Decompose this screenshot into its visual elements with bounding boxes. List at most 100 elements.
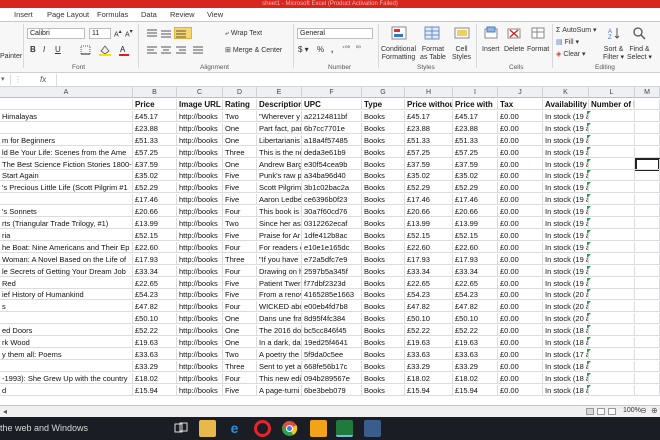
table-cell[interactable] (635, 194, 660, 205)
table-cell[interactable]: £0.00 (498, 301, 543, 312)
table-cell[interactable]: Books (362, 242, 405, 253)
table-cell[interactable]: £51.33 (405, 135, 453, 146)
table-cell[interactable]: bc5cc846f45 (302, 325, 362, 336)
table-cell[interactable]: Since her ass (257, 218, 302, 229)
table-cell[interactable]: £54.23 (405, 289, 453, 300)
table-cell[interactable]: Four (223, 242, 257, 253)
table-cell[interactable] (635, 337, 660, 348)
edge-browser-icon[interactable]: e (226, 420, 243, 437)
table-cell[interactable]: £23.88 (405, 123, 453, 134)
table-cell[interactable] (635, 170, 660, 181)
table-cell[interactable] (589, 301, 635, 312)
table-cell[interactable] (589, 349, 635, 360)
font-color-icon[interactable]: A (118, 44, 130, 56)
header-cell[interactable]: Price without (405, 99, 453, 110)
table-cell[interactable]: £51.33 (133, 135, 177, 146)
table-cell[interactable]: Five (223, 230, 257, 241)
table-cell[interactable] (589, 337, 635, 348)
comma-button[interactable]: , (331, 45, 333, 54)
spreadsheet-grid[interactable]: A B C D E F G H I J K L M Price Image URL Rating Descrip… (0, 87, 660, 405)
table-cell[interactable]: £37.59 (133, 159, 177, 170)
table-cell[interactable] (635, 123, 660, 134)
column-header-h[interactable]: H (405, 87, 453, 98)
cell[interactable] (635, 99, 660, 110)
table-cell[interactable]: Books (362, 194, 405, 205)
table-cell[interactable]: £51.33 (453, 135, 498, 146)
table-cell[interactable]: http://books (177, 349, 223, 360)
scroll-left-icon[interactable]: ◂ (3, 407, 7, 416)
column-header-a[interactable]: A (0, 87, 133, 98)
table-cell[interactable]: Books (362, 218, 405, 229)
table-cell[interactable]: £17.46 (405, 194, 453, 205)
table-cell[interactable]: £33.63 (405, 349, 453, 360)
table-cell[interactable]: Four (223, 301, 257, 312)
table-cell[interactable]: The Best Science Fiction Stories 1800-1 (0, 159, 133, 170)
table-cell[interactable]: http://books (177, 170, 223, 181)
table-cell[interactable]: In stock (19 a (543, 123, 589, 134)
table-cell[interactable]: Books (362, 182, 405, 193)
table-cell[interactable]: Books (362, 289, 405, 300)
tab-insert[interactable]: Insert (14, 10, 33, 19)
file-explorer-icon[interactable] (199, 420, 216, 437)
table-cell[interactable] (635, 385, 660, 396)
table-cell[interactable] (589, 313, 635, 324)
table-cell[interactable]: £17.93 (405, 254, 453, 265)
table-cell[interactable]: £18.02 (405, 373, 453, 384)
table-cell[interactable]: £0.00 (498, 111, 543, 122)
table-cell[interactable]: £57.25 (405, 147, 453, 158)
table-cell[interactable]: £18.02 (133, 373, 177, 384)
table-cell[interactable] (589, 242, 635, 253)
table-cell[interactable]: m for Beginners (0, 135, 133, 146)
table-cell[interactable]: One (223, 325, 257, 336)
table-cell[interactable] (589, 218, 635, 229)
format-as-table-button[interactable]: Format as Table (420, 46, 446, 62)
fill-color-icon[interactable] (98, 44, 112, 56)
column-header-f[interactable]: F (302, 87, 362, 98)
table-cell[interactable]: In stock (19 a (543, 147, 589, 158)
table-cell[interactable]: Books (362, 266, 405, 277)
table-cell[interactable]: £0.00 (498, 123, 543, 134)
table-cell[interactable] (589, 170, 635, 181)
table-cell[interactable]: £19.63 (405, 337, 453, 348)
table-cell[interactable]: £0.00 (498, 278, 543, 289)
table-cell[interactable] (589, 325, 635, 336)
table-cell[interactable]: £18.02 (453, 373, 498, 384)
table-cell[interactable]: £33.34 (453, 266, 498, 277)
table-cell[interactable]: Four (223, 373, 257, 384)
table-cell[interactable]: £37.59 (405, 159, 453, 170)
shrink-font-icon[interactable]: A▾ (125, 29, 133, 38)
table-cell[interactable]: £52.22 (405, 325, 453, 336)
table-cell[interactable]: http://books (177, 301, 223, 312)
table-cell[interactable]: £0.00 (498, 313, 543, 324)
table-cell[interactable]: In stock (18 a (543, 361, 589, 372)
table-cell[interactable] (589, 373, 635, 384)
grow-font-icon[interactable]: A▴ (114, 29, 122, 38)
table-cell[interactable]: 6be3beb079 (302, 385, 362, 396)
table-cell[interactable]: http://books (177, 111, 223, 122)
table-cell[interactable]: s (0, 301, 133, 312)
table-cell[interactable]: £0.00 (498, 170, 543, 181)
table-cell[interactable]: http://books (177, 313, 223, 324)
table-cell[interactable]: £33.63 (133, 349, 177, 360)
insert-cells-button[interactable]: Insert (482, 46, 500, 53)
table-cell[interactable]: In stock (19 a (543, 254, 589, 265)
table-cell[interactable]: WICKED abo (257, 301, 302, 312)
table-cell[interactable] (635, 206, 660, 217)
table-cell[interactable]: The 2016 dol (257, 325, 302, 336)
bold-icon[interactable]: B (30, 45, 36, 54)
table-cell[interactable]: Books (362, 278, 405, 289)
table-cell[interactable]: £22.65 (405, 278, 453, 289)
header-cell[interactable]: Price with (453, 99, 498, 110)
table-cell[interactable]: 6b7cc7701e (302, 123, 362, 134)
table-cell[interactable] (635, 147, 660, 158)
number-format-select[interactable]: General (297, 28, 373, 39)
table-cell[interactable]: 's Precious Little Life (Scott Pilgrim #… (0, 182, 133, 193)
table-cell[interactable] (589, 159, 635, 170)
table-cell[interactable]: In stock (19 a (543, 182, 589, 193)
table-cell[interactable]: This new edi (257, 373, 302, 384)
name-box-edge[interactable]: ▾ (1, 74, 11, 85)
table-cell[interactable]: Books (362, 230, 405, 241)
table-cell[interactable] (0, 194, 133, 205)
increase-decimal-icon[interactable]: ⁺⁰⁰ (342, 45, 350, 52)
table-cell[interactable]: Himalayas (0, 111, 133, 122)
